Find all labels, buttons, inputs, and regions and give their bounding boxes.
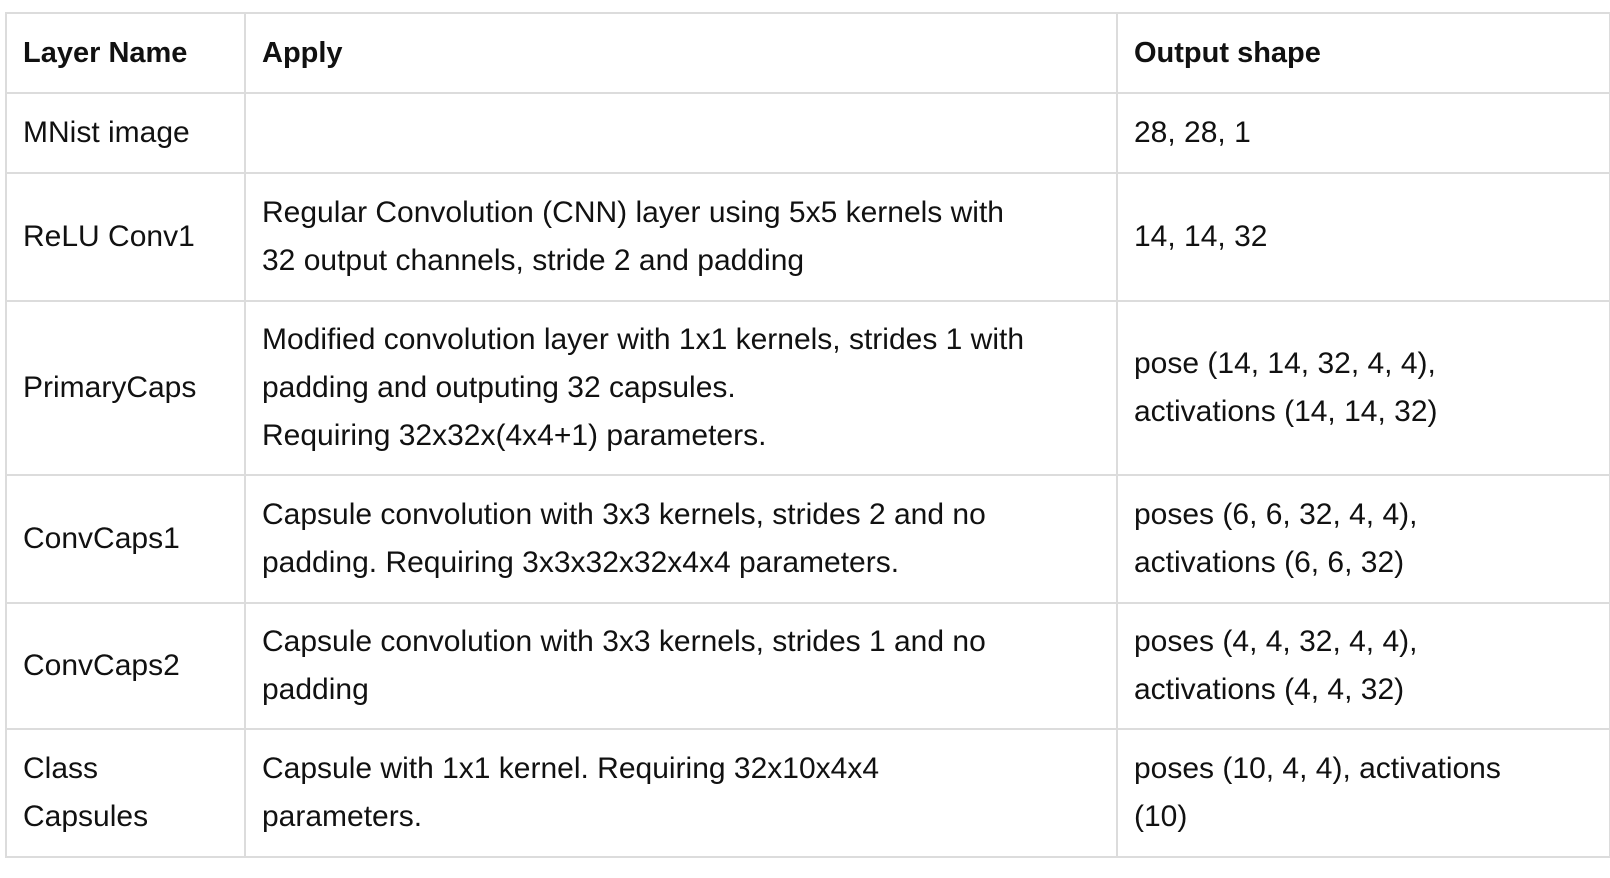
header-layer-name: Layer Name	[5, 12, 246, 94]
layer-name-text: ConvCaps1	[23, 522, 180, 555]
layer-name-text: ReLU Conv1	[23, 220, 195, 253]
apply-text: padding. Requiring 3x3x32x32x4x4 paramet…	[262, 546, 900, 579]
layer-name-cell: ConvCaps1	[5, 474, 246, 604]
layer-name-cell: ReLU Conv1	[5, 172, 246, 302]
layer-name-cell: Class Capsules	[5, 728, 246, 858]
table-row: ConvCaps2 Capsule convolution with 3x3 k…	[5, 602, 1610, 730]
output-shape-cell: 14, 14, 32	[1116, 172, 1610, 302]
output-shape-text: pose (14, 14, 32, 4, 4),	[1134, 347, 1436, 380]
output-shape-text: 14, 14, 32	[1134, 220, 1268, 253]
apply-text: Capsule with 1x1 kernel. Requiring 32x10…	[262, 752, 880, 785]
output-shape-cell: poses (10, 4, 4), activations (10)	[1116, 728, 1610, 858]
output-shape-text: poses (10, 4, 4), activations	[1134, 752, 1501, 785]
layer-name-cell: PrimaryCaps	[5, 300, 246, 476]
apply-text: Capsule convolution with 3x3 kernels, st…	[262, 625, 986, 658]
table-row: ReLU Conv1 Regular Convolution (CNN) lay…	[5, 172, 1610, 302]
output-shape-text: 28, 28, 1	[1134, 116, 1251, 149]
output-shape-text: activations (4, 4, 32)	[1134, 673, 1405, 706]
apply-text: Modified convolution layer with 1x1 kern…	[262, 323, 1025, 356]
layer-name-cell: MNist image	[5, 92, 246, 174]
output-shape-text: activations (6, 6, 32)	[1134, 546, 1405, 579]
layer-name-text: Capsules	[23, 800, 149, 833]
output-shape-text: activations (14, 14, 32)	[1134, 395, 1438, 428]
layer-table: Layer Name Apply Output shape MNist imag…	[5, 12, 1610, 858]
output-shape-text: poses (4, 4, 32, 4, 4),	[1134, 625, 1418, 658]
output-shape-cell: poses (6, 6, 32, 4, 4), activations (6, …	[1116, 474, 1610, 604]
layer-name-text: PrimaryCaps	[23, 371, 197, 404]
header-apply: Apply	[244, 12, 1118, 94]
apply-text: Capsule convolution with 3x3 kernels, st…	[262, 498, 986, 531]
layer-name-text: Class	[23, 752, 99, 785]
table-row: ConvCaps1 Capsule convolution with 3x3 k…	[5, 474, 1610, 604]
output-shape-cell: 28, 28, 1	[1116, 92, 1610, 174]
apply-text: Regular Convolution (CNN) layer using 5x…	[262, 196, 1004, 229]
apply-cell: Capsule convolution with 3x3 kernels, st…	[244, 474, 1118, 604]
apply-cell	[244, 92, 1118, 174]
table-row: PrimaryCaps Modified convolution layer w…	[5, 300, 1610, 476]
apply-text: Requiring 32x32x(4x4+1) parameters.	[262, 419, 767, 452]
table-row: Class Capsules Capsule with 1x1 kernel. …	[5, 728, 1610, 858]
layer-name-text: ConvCaps2	[23, 649, 180, 682]
table-row: MNist image 28, 28, 1	[5, 92, 1610, 174]
apply-text: padding	[262, 673, 369, 706]
layer-name-text: MNist image	[23, 116, 190, 149]
apply-cell: Regular Convolution (CNN) layer using 5x…	[244, 172, 1118, 302]
apply-text: 32 output channels, stride 2 and padding	[262, 244, 805, 277]
apply-text: padding and outputing 32 capsules.	[262, 371, 736, 404]
layer-name-cell: ConvCaps2	[5, 602, 246, 730]
apply-text: parameters.	[262, 800, 423, 833]
apply-cell: Modified convolution layer with 1x1 kern…	[244, 300, 1118, 476]
output-shape-text: (10)	[1134, 800, 1188, 833]
apply-cell: Capsule convolution with 3x3 kernels, st…	[244, 602, 1118, 730]
layer-table-container: Layer Name Apply Output shape MNist imag…	[5, 12, 1610, 858]
table-header-row: Layer Name Apply Output shape	[5, 12, 1610, 94]
apply-cell: Capsule with 1x1 kernel. Requiring 32x10…	[244, 728, 1118, 858]
output-shape-text: poses (6, 6, 32, 4, 4),	[1134, 498, 1418, 531]
output-shape-cell: pose (14, 14, 32, 4, 4), activations (14…	[1116, 300, 1610, 476]
header-output-shape: Output shape	[1116, 12, 1610, 94]
output-shape-cell: poses (4, 4, 32, 4, 4), activations (4, …	[1116, 602, 1610, 730]
